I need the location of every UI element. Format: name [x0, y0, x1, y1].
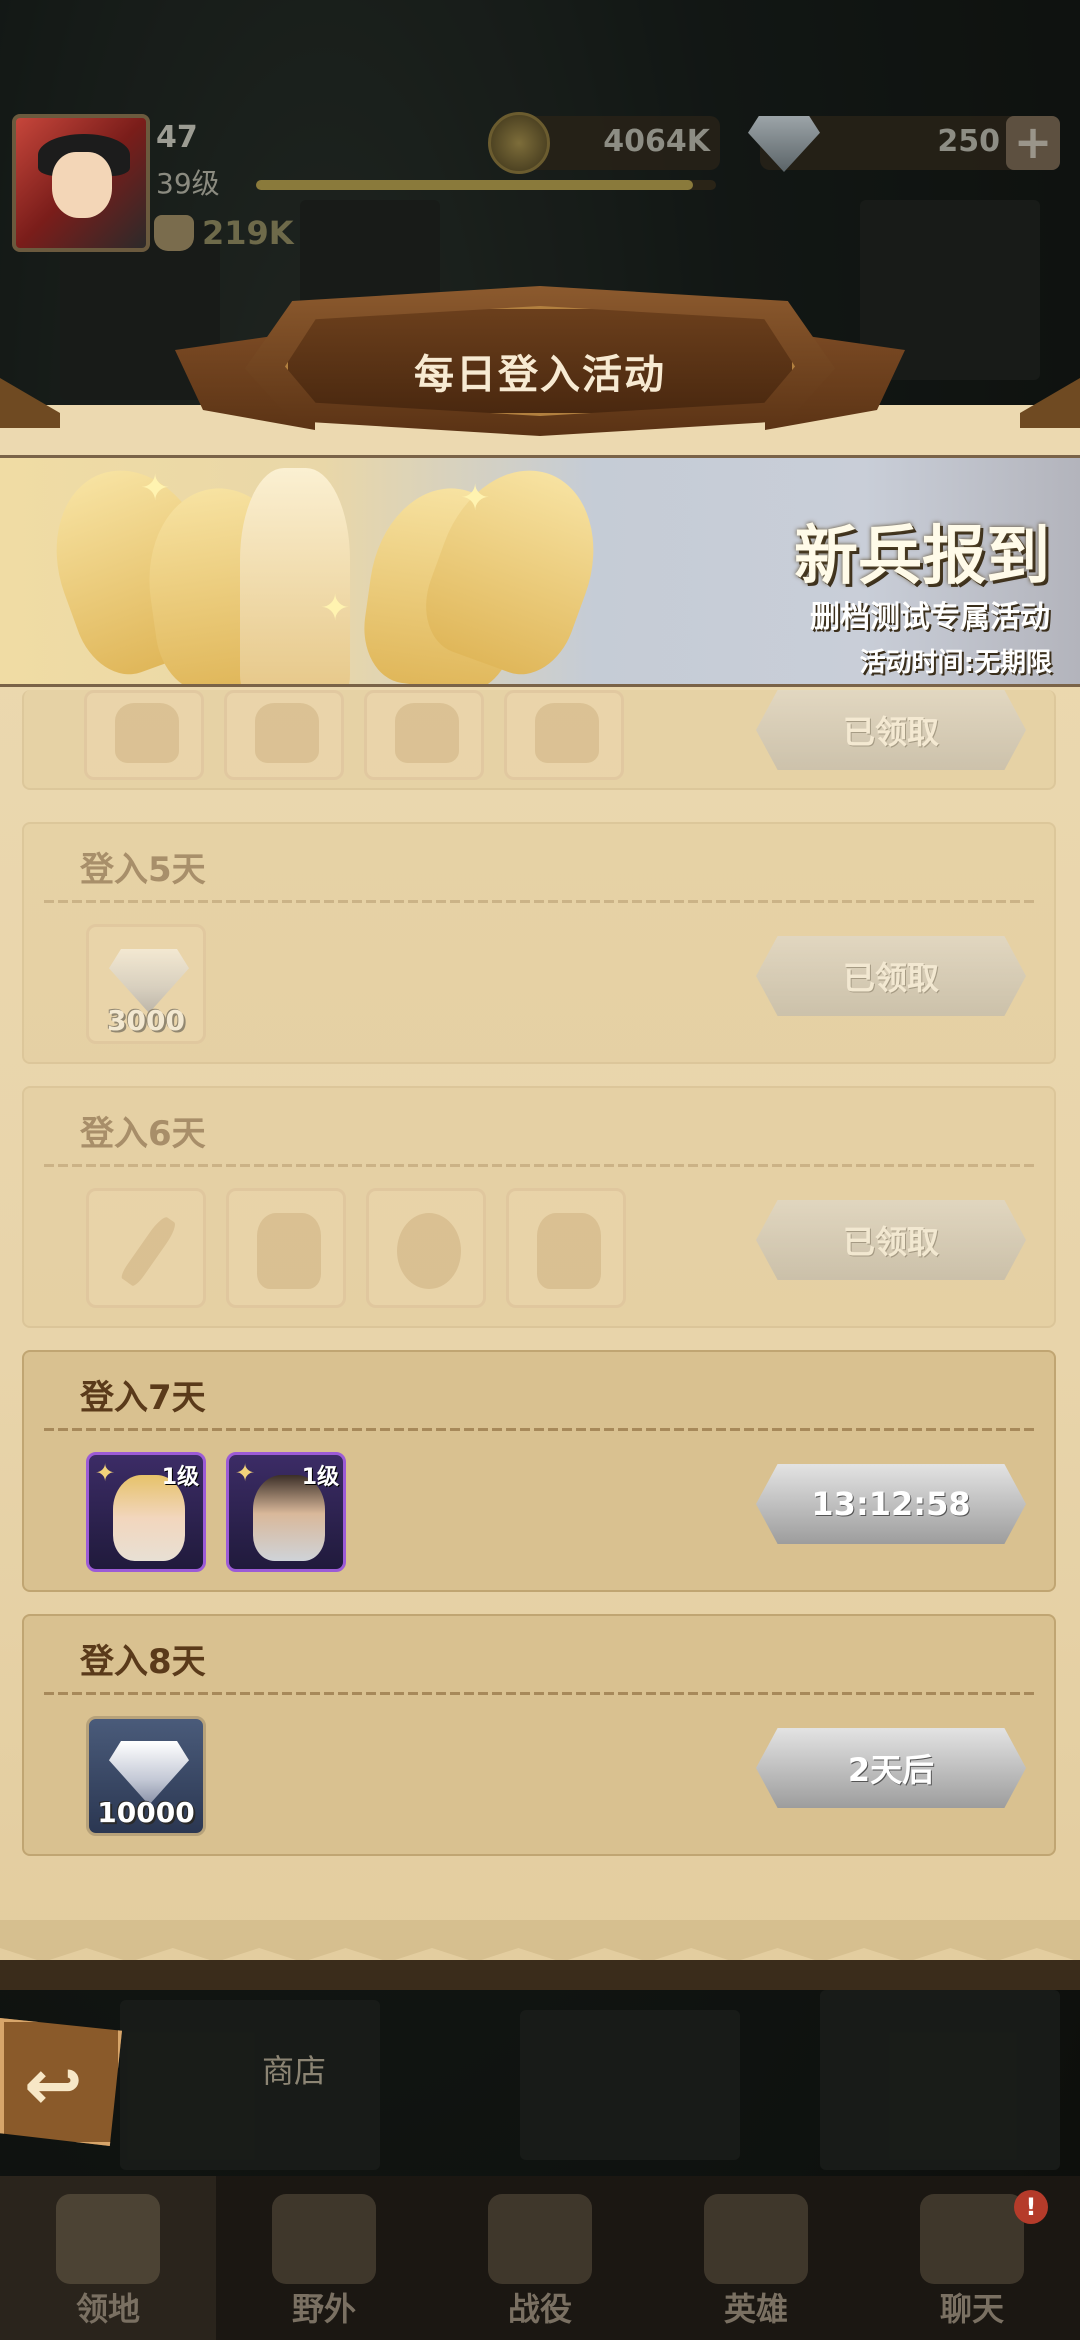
reward-slot[interactable]: [224, 690, 344, 780]
reward-hero-slot[interactable]: ✦ 1级: [226, 1452, 346, 1572]
chat-bubble-icon: [920, 2194, 1024, 2284]
fist-power-icon: [154, 215, 194, 251]
day-card-8: 登入8天 10000 2天后: [22, 1614, 1056, 1856]
power-value: 219K: [202, 214, 294, 252]
popup-title: 每日登入活动: [414, 352, 666, 398]
hero-level-badge: 1级: [301, 1465, 339, 1490]
gem-value: 250: [937, 124, 1000, 159]
day-label: 登入8天: [80, 1642, 206, 1682]
claimed-button[interactable]: 已领取: [756, 936, 1026, 1016]
day-label: 登入5天: [80, 850, 206, 890]
event-title: 新兵报到: [794, 520, 1050, 594]
day-label: 登入7天: [80, 1378, 206, 1418]
reward-slot[interactable]: [364, 690, 484, 780]
reward-armor-slot[interactable]: [366, 1188, 486, 1308]
event-subtitle: 删档测试专属活动: [810, 600, 1050, 635]
nav-campaign[interactable]: 战役: [432, 2176, 648, 2340]
claimed-button[interactable]: 已领取: [756, 690, 1026, 770]
hero-level-badge: 1级: [161, 1465, 199, 1490]
reward-slot[interactable]: [84, 690, 204, 780]
reward-boots-slot[interactable]: [506, 1188, 626, 1308]
return-arrow-icon: ↩: [24, 2044, 83, 2126]
nav-wild[interactable]: 野外: [216, 2176, 432, 2340]
add-gems-button[interactable]: +: [1006, 116, 1060, 170]
reward-diamond-slot[interactable]: 10000: [86, 1716, 206, 1836]
player-avatar[interactable]: [12, 114, 150, 252]
day-label: 登入6天: [80, 1114, 206, 1154]
player-rank: 39级: [156, 167, 220, 200]
bottom-navigation: 领地 野外 战役 英雄 ! 聊天: [0, 2176, 1080, 2340]
reward-helmet-slot[interactable]: [226, 1188, 346, 1308]
claimed-button[interactable]: 已领取: [756, 1200, 1026, 1280]
reward-quantity: 10000: [97, 1796, 195, 1829]
back-button[interactable]: ↩: [0, 2018, 122, 2146]
nav-chat[interactable]: ! 聊天: [864, 2176, 1080, 2340]
star-icon: ✦: [235, 1459, 256, 1487]
reward-quantity: 3000: [107, 1004, 185, 1037]
reward-sword-slot[interactable]: [86, 1188, 206, 1308]
xp-progress-bar: [256, 180, 716, 190]
day-card-5: 登入5天 3000 已领取: [22, 822, 1056, 1064]
nav-territory[interactable]: 领地: [0, 2176, 216, 2340]
nav-heroes[interactable]: 英雄: [648, 2176, 864, 2340]
gold-coin-icon: [488, 112, 550, 174]
angel-hero-art: ✦ ✦ ✦: [30, 458, 620, 684]
xp-progress-fill: [256, 180, 693, 190]
locked-day-button[interactable]: 2天后: [756, 1728, 1026, 1808]
star-icon: ✦: [95, 1459, 116, 1487]
shop-map-label[interactable]: 商店: [262, 2046, 326, 2092]
gold-value: 4064K: [603, 124, 710, 159]
player-level-number: 47: [156, 120, 198, 155]
notification-badge: !: [1014, 2190, 1048, 2224]
crossed-swords-icon: [488, 2194, 592, 2284]
reward-hero-slot[interactable]: ✦ 1级: [86, 1452, 206, 1572]
day-card-4: 已领取: [22, 690, 1056, 790]
castle-icon: [56, 2194, 160, 2284]
event-duration: 活动时间:无期限: [859, 648, 1052, 678]
reward-slot[interactable]: [504, 690, 624, 780]
day-card-6: 登入6天 已领取: [22, 1086, 1056, 1328]
reward-diamond-slot[interactable]: 3000: [86, 924, 206, 1044]
scroll-map-icon: [272, 2194, 376, 2284]
countdown-button[interactable]: 13:12:58: [756, 1464, 1026, 1544]
helmet-icon: [704, 2194, 808, 2284]
day-card-7: 登入7天 ✦ 1级 ✦ 1级 13:12:58: [22, 1350, 1056, 1592]
player-status-bar: 47 39级 219K 4064K 250 +: [0, 110, 1080, 260]
